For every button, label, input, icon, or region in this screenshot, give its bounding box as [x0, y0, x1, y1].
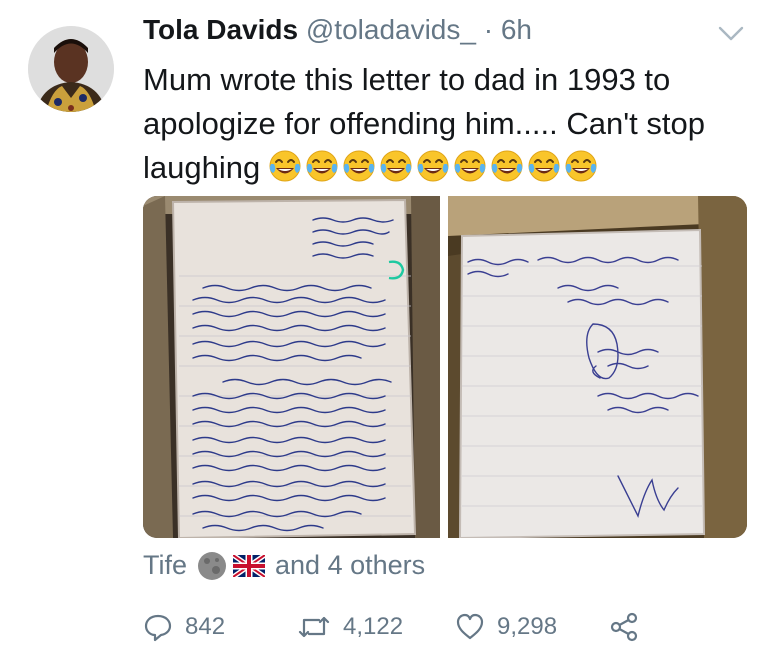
emoji-row — [268, 149, 598, 183]
tears-of-joy-emoji-icon — [269, 150, 301, 182]
letter-photo-left[interactable] — [143, 196, 440, 538]
tears-of-joy-emoji-icon — [454, 150, 486, 182]
liker-name[interactable]: Tife — [143, 550, 187, 581]
chevron-down-icon[interactable] — [716, 22, 746, 46]
uk-flag-icon — [233, 554, 266, 577]
timestamp[interactable]: 6h — [501, 14, 532, 45]
reply-icon — [144, 614, 172, 642]
retweet-button[interactable]: 4,122 — [297, 612, 403, 642]
tears-of-joy-emoji-icon — [343, 150, 375, 182]
reply-count: 842 — [185, 613, 226, 640]
like-button[interactable]: 9,298 — [455, 612, 557, 642]
avatar[interactable] — [28, 26, 114, 112]
tears-of-joy-emoji-icon — [491, 150, 523, 182]
letter-photo-right[interactable] — [448, 196, 747, 538]
tears-of-joy-emoji-icon — [417, 150, 449, 182]
display-name[interactable]: Tola Davids — [143, 14, 298, 45]
share-icon — [610, 612, 638, 642]
retweet-icon — [298, 616, 330, 638]
tweet-header: Tola Davids @toladavids_ · 6h — [143, 14, 532, 46]
share-button[interactable] — [609, 612, 651, 642]
heart-icon — [456, 613, 484, 640]
likers-others[interactable]: and 4 others — [275, 550, 425, 581]
tears-of-joy-emoji-icon — [380, 150, 412, 182]
moon-ball-icon — [198, 551, 227, 580]
user-handle[interactable]: @toladavids_ — [306, 14, 476, 45]
media-grid[interactable] — [143, 196, 747, 538]
separator-dot: · — [483, 14, 494, 45]
tears-of-joy-emoji-icon — [306, 150, 338, 182]
tears-of-joy-emoji-icon — [565, 150, 597, 182]
liked-by[interactable]: Tife and 4 others — [143, 550, 425, 581]
tweet-text: Mum wrote this letter to dad in 1993 to … — [143, 58, 753, 190]
reply-button[interactable]: 842 — [143, 612, 225, 642]
action-bar: 842 4,122 9,298 — [143, 612, 753, 648]
like-count: 9,298 — [497, 613, 558, 640]
tears-of-joy-emoji-icon — [528, 150, 560, 182]
retweet-count: 4,122 — [343, 613, 404, 640]
